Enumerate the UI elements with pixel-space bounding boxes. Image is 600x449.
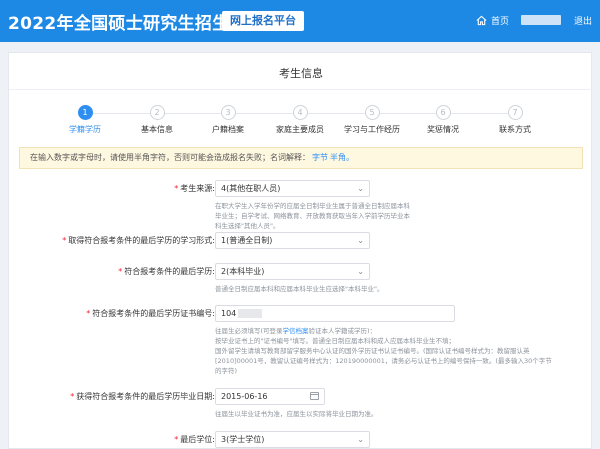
field-label: * 考生来源: (174, 184, 215, 193)
chevron-down-icon: ⌄ (357, 267, 364, 276)
top-header: 2022年全国硕士研究生招生考试 网上报名平台 首页 退出 (0, 0, 600, 42)
input-notice: 在输入数字或字母时，请使用半角字符，否则可能会造成报名失败；名词解释： 字节 半角。 (19, 147, 583, 169)
step-label: 学习与工作经历 (344, 125, 400, 134)
final-degree-select[interactable]: 3(学士学位) ⌄ (215, 431, 370, 448)
step-1[interactable]: 1 学籍学历 (45, 105, 125, 135)
step-label: 户籍档案 (212, 125, 244, 134)
grad-date-picker[interactable]: 2015-06-16 (215, 388, 325, 405)
step-number: 1 (77, 105, 93, 120)
step-3[interactable]: 3 户籍档案 (188, 105, 268, 135)
last-degree-help: 普通全日制应届本科和应届本科毕业生应选择"本科毕业"。 (215, 285, 384, 293)
select-value: 1(普通全日制) (221, 236, 273, 245)
step-number: 2 (149, 105, 165, 120)
page-title: 考生信息 (279, 67, 323, 80)
step-label: 基本信息 (141, 125, 173, 134)
step-number: 4 (292, 105, 308, 120)
step-number: 5 (364, 105, 380, 120)
chevron-down-icon: ⌄ (357, 435, 364, 444)
chevron-down-icon: ⌄ (357, 236, 364, 245)
masked-value (238, 309, 263, 318)
field-label: * 符合报考条件的最后学历: (118, 267, 215, 276)
step-number: 7 (507, 105, 523, 120)
step-6[interactable]: 6 奖惩情况 (403, 105, 483, 135)
grad-date-help: 往届生以毕业证书为准，应届生以实际将毕业日期为准。 (215, 410, 378, 418)
step-indicator: 1 学籍学历 2 基本信息 3 户籍档案 4 家庭主要成员 5 学习与工作经历 … (9, 105, 593, 135)
source-help: 在职大学生入学年份学的应届全日制毕业生属于普通全日制应届本科毕业生；自学考试、网… (215, 202, 410, 230)
step-number: 6 (435, 105, 451, 120)
step-4[interactable]: 4 家庭主要成员 (260, 105, 340, 135)
source-select[interactable]: 4(其他在职人员) ⌄ (215, 180, 370, 197)
field-label: * 符合报考条件的最后学历证书编号: (86, 309, 215, 318)
home-label: 首页 (491, 17, 510, 27)
field-label: * 获得符合报考条件的最后学历毕业日期: (70, 392, 215, 401)
step-label: 学籍学历 (69, 125, 101, 134)
select-value: 4(其他在职人员) (221, 184, 281, 193)
xuexin-link[interactable]: 学信档案 (283, 327, 309, 335)
cert-number-input[interactable]: 104 (215, 305, 455, 322)
input-value: 104 (221, 309, 237, 318)
study-mode-select[interactable]: 1(普通全日制) ⌄ (215, 232, 370, 249)
step-label: 奖惩情况 (427, 125, 459, 134)
title-divider (9, 89, 593, 90)
notice-link-byte[interactable]: 字节 (312, 153, 328, 162)
select-value: 2(本科毕业) (221, 267, 265, 276)
notice-text: 在输入数字或字母时，请使用半角字符，否则可能会造成报名失败；名词解释： (30, 153, 310, 162)
step-label: 家庭主要成员 (276, 125, 324, 134)
last-degree-select[interactable]: 2(本科毕业) ⌄ (215, 263, 370, 280)
select-value: 3(学士学位) (221, 435, 265, 444)
home-icon (476, 15, 487, 26)
date-value: 2015-06-16 (221, 392, 268, 401)
step-label: 联系方式 (499, 125, 531, 134)
platform-badge: 网上报名平台 (222, 11, 304, 31)
registration-card: 考生信息 1 学籍学历 2 基本信息 3 户籍档案 4 家庭主要成员 5 学习与… (8, 52, 593, 449)
home-link[interactable]: 首页 (476, 14, 509, 27)
calendar-icon (310, 392, 319, 400)
step-2[interactable]: 2 基本信息 (117, 105, 197, 135)
step-7[interactable]: 7 联系方式 (475, 105, 555, 135)
user-name-masked (521, 15, 561, 25)
chevron-down-icon: ⌄ (357, 184, 364, 193)
field-label: * 取得符合报考条件的最后学历的学习形式: (62, 236, 215, 245)
step-number: 3 (220, 105, 236, 120)
notice-link-halfwidth[interactable]: 半角。 (330, 153, 354, 162)
field-label: * 最后学位: (174, 435, 215, 444)
logout-link[interactable]: 退出 (574, 14, 592, 27)
step-5[interactable]: 5 学习与工作经历 (332, 105, 412, 135)
cert-number-help: 往届生必须填写(可登录学信档案验证本人学籍或学历)： 按毕业证书上的"证书编号"… (215, 327, 552, 375)
